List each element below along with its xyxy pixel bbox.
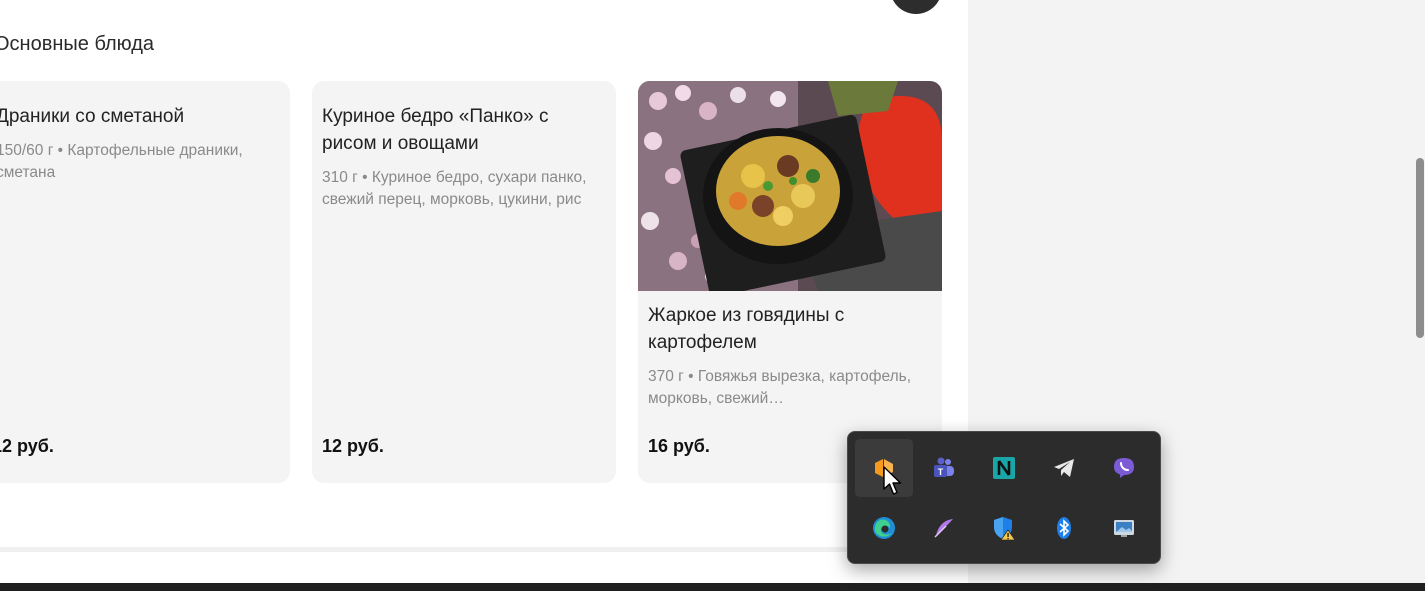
scrollbar-thumb[interactable] — [1416, 158, 1424, 338]
mouse-cursor-icon — [883, 466, 902, 495]
taskbar — [0, 583, 1425, 591]
dish-card[interactable]: Жаркое из говядины с картофелем 370 г • … — [638, 81, 942, 483]
bluetooth-icon — [1057, 517, 1071, 539]
viber-icon — [1114, 458, 1134, 478]
feather-app-icon — [934, 519, 953, 538]
display-app-icon — [1114, 520, 1134, 537]
dish-price: 12 руб. — [322, 436, 384, 456]
tray-item-feather-app[interactable] — [915, 499, 973, 557]
svg-text:T: T — [938, 467, 944, 477]
notion-icon — [993, 457, 1015, 479]
dish-price: 12 руб. — [0, 436, 54, 456]
tray-item-bluetooth[interactable] — [1035, 499, 1093, 557]
section-title: Основные блюда — [0, 33, 155, 55]
teams-icon: T — [934, 457, 954, 477]
dish-name: Жаркое из говядины с картофелем — [648, 305, 845, 353]
dish-description: 310 г • Куриное бедро, сухари панко, све… — [322, 169, 587, 208]
dish-name: Драники со сметаной — [0, 106, 185, 127]
system-tray-overflow: T — [847, 431, 1161, 564]
tray-item-viber[interactable] — [1095, 439, 1153, 497]
dish-description: 370 г • Говяжья вырезка, картофель, морк… — [648, 368, 912, 407]
tray-item-edge[interactable] — [855, 499, 913, 557]
tray-item-display-app[interactable] — [1095, 499, 1153, 557]
tray-item-telegram[interactable] — [1035, 439, 1093, 497]
floating-action-button[interactable] — [890, 0, 942, 14]
dish-name: Куриное бедро «Панко» с рисом и овощами — [322, 106, 549, 154]
dish-card[interactable]: Куриное бедро «Панко» с рисом и овощами … — [312, 81, 616, 483]
windows-security-warning-icon — [994, 517, 1016, 541]
section-divider — [0, 547, 968, 552]
edge-icon — [873, 517, 895, 539]
tray-item-teams[interactable]: T — [915, 439, 973, 497]
tray-item-windows-security[interactable] — [975, 499, 1033, 557]
dish-card[interactable]: Драники со сметаной 150/60 г • Картофель… — [0, 81, 290, 483]
dish-photo — [638, 81, 942, 291]
telegram-icon — [1054, 459, 1074, 477]
dish-price: 16 руб. — [648, 436, 710, 456]
dish-description: 150/60 г • Картофельные драники, сметана — [0, 142, 243, 181]
tray-item-notion[interactable] — [975, 439, 1033, 497]
menu-page: Основные блюда Драники со сметаной 150/6… — [0, 0, 968, 583]
